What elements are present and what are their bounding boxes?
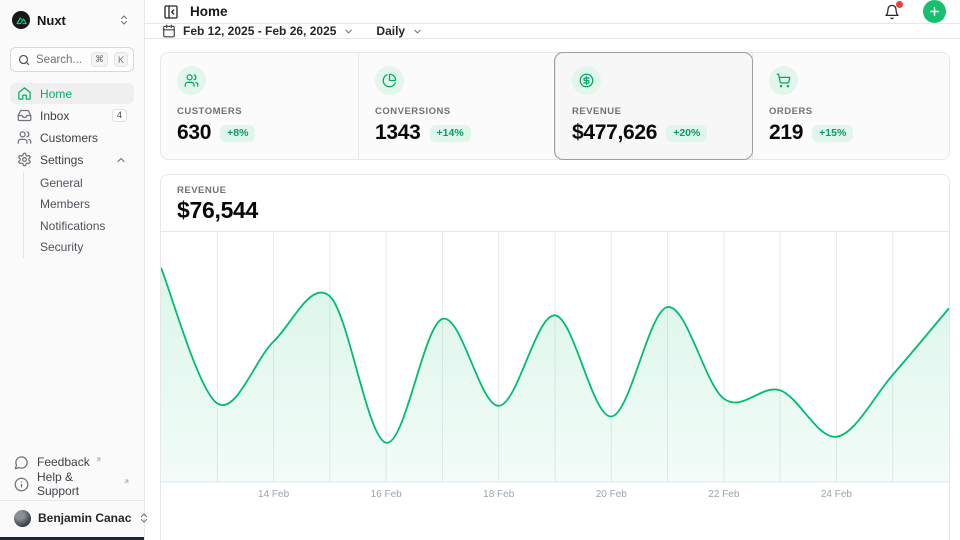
stat-value: 219 <box>769 121 803 145</box>
info-circle-icon <box>14 477 29 492</box>
page-header: Home <box>145 0 960 24</box>
user-avatar <box>14 510 31 527</box>
search-icon <box>18 54 30 66</box>
sidebar-item-members[interactable]: Members <box>38 194 134 216</box>
add-new-button[interactable] <box>923 0 946 23</box>
svg-text:22 Feb: 22 Feb <box>708 489 740 500</box>
stat-value: 630 <box>177 121 211 145</box>
chevron-down-icon <box>343 26 354 37</box>
svg-text:24 Feb: 24 Feb <box>821 489 853 500</box>
notifications-button[interactable] <box>883 3 901 21</box>
kbd-k: K <box>114 52 128 67</box>
shopping-cart-icon <box>769 66 798 95</box>
sidebar-item-general[interactable]: General <box>38 172 134 194</box>
app-window: Nuxt ⌘ K Home Inb <box>0 0 960 540</box>
svg-text:18 Feb: 18 Feb <box>483 489 515 500</box>
search-input[interactable] <box>36 54 85 66</box>
sidebar-nav: Home Inbox 4 Customers Settings <box>10 83 134 451</box>
settings-submenu: General Members Notifications Security <box>23 172 134 258</box>
inbox-count-badge: 4 <box>112 109 127 123</box>
sidebar-item-notifications[interactable]: Notifications <box>38 215 134 237</box>
sidebar-item-security[interactable]: Security <box>38 237 134 259</box>
users-icon <box>177 66 206 95</box>
stat-delta-badge: +14% <box>430 125 471 142</box>
chevrons-up-down-icon <box>138 512 150 524</box>
workspace-name: Nuxt <box>37 13 111 28</box>
sidebar-divider <box>0 500 144 501</box>
stat-label: ORDERS <box>769 106 933 117</box>
pie-chart-icon <box>375 66 404 95</box>
message-circle-icon <box>14 455 29 470</box>
stat-delta-badge: +15% <box>812 125 853 142</box>
external-link-icon <box>123 478 130 485</box>
sidebar-item-settings[interactable]: Settings <box>10 149 134 170</box>
external-link-icon <box>95 456 102 463</box>
svg-text:16 Feb: 16 Feb <box>371 489 403 500</box>
stat-value: $477,626 <box>572 121 657 145</box>
sidebar: Nuxt ⌘ K Home Inb <box>0 0 145 540</box>
filters-toolbar: Feb 12, 2025 - Feb 26, 2025 Daily <box>145 24 960 39</box>
revenue-chart-card: REVENUE $76,544 14 Feb 16 Feb 18 Feb 20 Feb… <box>160 174 950 540</box>
stat-delta-badge: +8% <box>220 125 255 142</box>
stats-row: CUSTOMERS 630 +8% CONVERSIONS 1343 +14% <box>160 52 950 160</box>
stat-value: 1343 <box>375 121 421 145</box>
workspace-switcher[interactable]: Nuxt <box>10 8 134 32</box>
feedback-label: Feedback <box>37 455 90 469</box>
date-range-picker[interactable]: Feb 12, 2025 - Feb 26, 2025 <box>162 24 354 38</box>
sidebar-item-label: Home <box>40 87 127 101</box>
sidebar-item-label: Customers <box>40 131 127 145</box>
svg-text:14 Feb: 14 Feb <box>258 489 290 500</box>
chart-metric-value: $76,544 <box>177 198 933 223</box>
stat-card-revenue[interactable]: REVENUE $477,626 +20% <box>555 53 752 159</box>
user-name: Benjamin Canac <box>38 511 131 525</box>
page-title: Home <box>190 4 873 19</box>
panel-left-close-icon <box>163 4 179 20</box>
svg-text:20 Feb: 20 Feb <box>596 489 628 500</box>
dashboard-content: CUSTOMERS 630 +8% CONVERSIONS 1343 +14% <box>145 39 960 540</box>
stat-label: REVENUE <box>572 106 736 117</box>
date-range-label: Feb 12, 2025 - Feb 26, 2025 <box>183 24 336 38</box>
notification-dot <box>896 1 903 8</box>
sidebar-item-inbox[interactable]: Inbox 4 <box>10 105 134 126</box>
stat-card-conversions[interactable]: CONVERSIONS 1343 +14% <box>358 53 555 159</box>
kbd-cmd: ⌘ <box>91 52 108 67</box>
chart-metric-label: REVENUE <box>177 185 933 196</box>
revenue-area-chart: 14 Feb 16 Feb 18 Feb 20 Feb 22 Feb 24 Feb <box>161 232 949 504</box>
sidebar-item-label: Inbox <box>40 109 104 123</box>
nuxt-logo-icon <box>12 11 30 29</box>
granularity-select[interactable]: Daily <box>376 24 423 38</box>
chevrons-up-down-icon <box>118 14 130 26</box>
dollar-circle-icon <box>572 66 601 95</box>
stat-delta-badge: +20% <box>666 125 707 142</box>
sidebar-item-customers[interactable]: Customers <box>10 127 134 148</box>
sidebar-item-label: Settings <box>40 153 107 167</box>
sidebar-item-label: Security <box>40 240 83 254</box>
search-input-wrap[interactable]: ⌘ K <box>10 47 134 72</box>
inbox-icon <box>17 108 32 123</box>
sidebar-item-label: Members <box>40 197 90 211</box>
home-icon <box>17 86 32 101</box>
calendar-icon <box>162 24 176 38</box>
sidebar-footer: Feedback Help & Support Benjamin Canac <box>10 451 134 530</box>
plus-icon <box>928 5 941 18</box>
chart-plot-area[interactable]: 14 Feb 16 Feb 18 Feb 20 Feb 22 Feb 24 Feb <box>161 232 949 504</box>
granularity-label: Daily <box>376 24 405 38</box>
stat-label: CUSTOMERS <box>177 106 342 117</box>
gear-icon <box>17 152 32 167</box>
sidebar-item-home[interactable]: Home <box>10 83 134 104</box>
stat-card-orders[interactable]: ORDERS 219 +15% <box>752 53 949 159</box>
user-menu[interactable]: Benjamin Canac <box>10 506 134 530</box>
sidebar-item-label: Notifications <box>40 219 105 233</box>
help-support-label: Help & Support <box>37 470 118 498</box>
stat-card-customers[interactable]: CUSTOMERS 630 +8% <box>161 53 358 159</box>
sidebar-item-label: General <box>40 176 83 190</box>
chart-header: REVENUE $76,544 <box>161 175 949 232</box>
sidebar-toggle-button[interactable] <box>162 3 180 21</box>
main-area: Home Feb 12, 2025 - Feb 26, 2025 <box>145 0 960 540</box>
stat-label: CONVERSIONS <box>375 106 539 117</box>
chevron-up-icon <box>115 154 127 166</box>
chevron-down-icon <box>412 26 423 37</box>
help-support-link[interactable]: Help & Support <box>10 473 134 495</box>
users-icon <box>17 130 32 145</box>
